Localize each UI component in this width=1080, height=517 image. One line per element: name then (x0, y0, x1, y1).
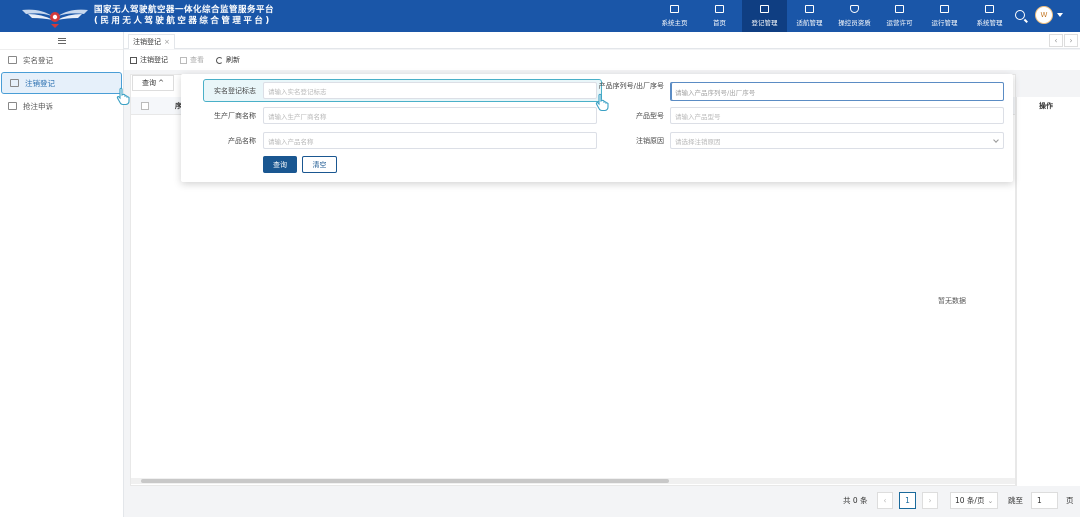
tool-label: 查看 (190, 56, 204, 64)
avatar[interactable]: W (1035, 6, 1053, 24)
next-page-button[interactable]: › (922, 492, 938, 509)
view-button[interactable]: 查看 (180, 55, 204, 65)
chevron-down-icon[interactable] (1057, 13, 1063, 17)
page-size-value: 10 条/页 (955, 496, 985, 505)
tab-label: 注销登记 (133, 38, 161, 46)
cancel-document-icon (130, 56, 137, 64)
tab-cancel-registration[interactable]: 注销登记 × (128, 34, 175, 49)
cancel-reason-select[interactable]: 请选择注销原因 (670, 132, 1004, 149)
chevron-down-icon (993, 137, 999, 143)
document-icon (10, 79, 19, 87)
nav-item-system-home[interactable]: 系统主页 (652, 0, 697, 32)
label-cancel-reason: 注销原因 (636, 137, 664, 145)
goto-page-input[interactable]: 1 (1031, 492, 1058, 509)
empty-state-text: 暂无数据 (938, 297, 966, 305)
document-icon (760, 5, 769, 13)
drone-icon (805, 5, 814, 13)
nav-item-system-management[interactable]: 系统管理 (967, 0, 1012, 32)
product-name-input[interactable]: 请输入产品名称 (263, 132, 597, 149)
nav-label: 操控员资质 (838, 19, 871, 27)
select-all-checkbox[interactable] (141, 102, 149, 110)
clipboard-icon (940, 5, 949, 13)
nav-label: 运行管理 (931, 19, 958, 27)
query-toggle-button[interactable]: 查询 ^ (132, 75, 174, 91)
label-serial-number: 产品序列号/出厂序号 (598, 82, 664, 90)
sidebar-item-label: 实名登记 (23, 55, 53, 65)
platform-title-line1: 国家无人驾驶航空器一体化综合监管服务平台 (94, 5, 275, 15)
column-header-operation: 操作 (1039, 102, 1053, 110)
top-header: 国家无人驾驶航空器一体化综合监管服务平台 (民用无人驾驶航空器综合管理平台) 系… (0, 0, 1080, 32)
sidebar-item-registration-appeal[interactable]: 抢注申诉 (0, 96, 123, 116)
platform-title: 国家无人驾驶航空器一体化综合监管服务平台 (民用无人驾驶航空器综合管理平台) (94, 5, 274, 27)
prev-page-button[interactable]: ‹ (877, 492, 893, 509)
label-product-name: 产品名称 (228, 137, 256, 145)
nav-item-operation-permit[interactable]: 运营许可 (877, 0, 922, 32)
real-name-mark-input[interactable]: 请输入实名登记标志 (263, 82, 597, 99)
total-count: 共 0 条 (843, 496, 868, 505)
monitor-icon (715, 5, 724, 13)
nav-label: 运营许可 (886, 19, 913, 27)
caac-logo (20, 0, 90, 32)
shield-icon (850, 5, 859, 13)
pointer-hand-icon (595, 93, 609, 112)
tool-label: 刷新 (226, 56, 240, 64)
goto-label: 跳至 (1008, 496, 1023, 505)
nav-label: 首页 (713, 19, 726, 27)
nav-label: 适航管理 (796, 19, 823, 27)
nav-label: 系统主页 (661, 19, 688, 27)
home-screen-icon (670, 5, 679, 13)
tab-scroll-controls: ‹ › (1048, 34, 1078, 47)
label-product-model: 产品型号 (636, 112, 664, 120)
menu-toggle[interactable] (0, 32, 123, 50)
clear-button[interactable]: 清空 (302, 156, 337, 173)
close-icon[interactable]: × (164, 38, 170, 46)
horizontal-scrollbar[interactable] (131, 478, 1015, 484)
view-icon (180, 56, 187, 64)
page-unit-label: 页 (1066, 496, 1074, 505)
search-icon[interactable] (1015, 10, 1025, 20)
tool-label: 注销登记 (140, 56, 168, 64)
scrollbar-thumb[interactable] (141, 479, 669, 483)
page-size-select[interactable]: 10 条/页 ⌄ (950, 492, 998, 509)
sidebar-item-label: 抢注申诉 (23, 101, 53, 111)
nav-item-registration[interactable]: 登记管理 (742, 0, 787, 32)
search-button[interactable]: 查询 (263, 156, 297, 173)
nav-label: 登记管理 (751, 19, 778, 27)
sidebar-item-real-name-registration[interactable]: 实名登记 (0, 50, 123, 70)
settings-grid-icon (985, 5, 994, 13)
cancel-registration-button[interactable]: 注销登记 (130, 55, 168, 65)
hamburger-icon (57, 37, 66, 44)
header-actions: W (1015, 6, 1063, 24)
platform-title-line2: (民用无人驾驶航空器综合管理平台) (94, 16, 272, 26)
label-manufacturer: 生产厂商名称 (214, 112, 256, 120)
page-number-current[interactable]: 1 (899, 492, 916, 509)
document-icon (8, 56, 17, 64)
tab-bar: 注销登记 × ‹ › (124, 32, 1080, 49)
operation-column: 操作 (1016, 97, 1080, 486)
manufacturer-input[interactable]: 请输入生产厂商名称 (263, 107, 597, 124)
nav-item-airworthiness[interactable]: 适航管理 (787, 0, 832, 32)
document-icon (8, 102, 17, 110)
select-placeholder: 请选择注销原因 (675, 137, 721, 146)
main-nav: 系统主页 首页 登记管理 适航管理 操控员资质 运营许可 运行管理 系统管理 (652, 0, 1012, 32)
chevron-right-icon[interactable]: › (1064, 34, 1078, 47)
play-screen-icon (895, 5, 904, 13)
sidebar: 实名登记 注销登记 抢注申诉 (0, 32, 124, 517)
chevron-left-icon[interactable]: ‹ (1049, 34, 1063, 47)
refresh-icon (216, 56, 223, 64)
label-real-name-mark: 实名登记标志 (214, 87, 256, 95)
nav-label: 系统管理 (976, 19, 1003, 27)
nav-item-homepage[interactable]: 首页 (697, 0, 742, 32)
serial-number-input[interactable]: 请输入产品序列号/出厂序号 (670, 82, 1004, 101)
product-model-input[interactable]: 请输入产品型号 (670, 107, 1004, 124)
refresh-button[interactable]: 刷新 (216, 55, 240, 65)
sidebar-item-label: 注销登记 (25, 78, 55, 88)
sidebar-item-cancel-registration[interactable]: 注销登记 (1, 72, 122, 94)
toolbar: 注销登记 查看 刷新 (124, 50, 1080, 70)
nav-item-operator-qualification[interactable]: 操控员资质 (832, 0, 877, 32)
nav-item-operation-management[interactable]: 运行管理 (922, 0, 967, 32)
chevron-down-icon: ⌄ (987, 496, 994, 505)
